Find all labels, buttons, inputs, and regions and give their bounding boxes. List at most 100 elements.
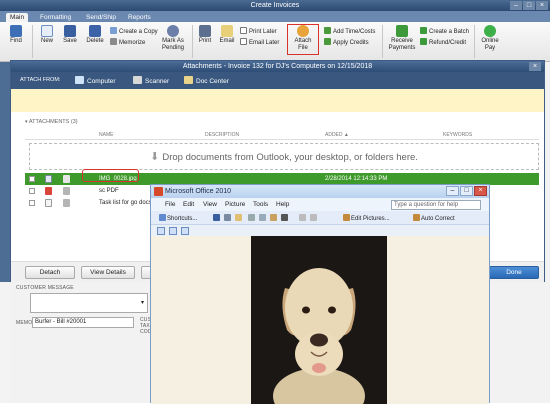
print-later-checkbox[interactable]: Print Later [240, 27, 277, 36]
detach-button[interactable]: Detach [25, 266, 75, 279]
drop-zone[interactable]: ⬇ Drop documents from Outlook, your desk… [29, 143, 539, 170]
row-checkbox[interactable] [29, 176, 35, 182]
minimize-button[interactable]: – [446, 186, 459, 196]
memo-field[interactable]: Burfer - Bill #20001 [32, 317, 134, 328]
dog-picture [251, 236, 387, 404]
menu-help[interactable]: Help [276, 201, 289, 209]
save-icon[interactable] [213, 214, 221, 223]
shortcuts-button[interactable]: Shortcuts... [159, 214, 197, 223]
computer-icon [75, 76, 84, 84]
create-batch-button[interactable]: Create a Batch [420, 27, 469, 36]
row-checkbox[interactable] [29, 188, 35, 194]
email-icon[interactable] [235, 214, 243, 223]
dog-photo [251, 236, 387, 404]
menu-picture[interactable]: Picture [225, 201, 245, 209]
email-button[interactable]: Email [218, 25, 236, 45]
email-later-checkbox[interactable]: Email Later [240, 38, 279, 47]
mark-pending-label: Mark As Pending [161, 38, 185, 51]
column-added[interactable]: ADDED ▲ [325, 132, 349, 138]
apply-credits-label: Apply Credits [333, 40, 369, 46]
minimize-button[interactable]: – [510, 1, 522, 10]
computer-label: Computer [87, 78, 116, 85]
close-button[interactable]: × [536, 1, 548, 10]
separator [382, 25, 383, 58]
delete-icon[interactable] [281, 214, 289, 223]
undo-icon[interactable] [299, 214, 307, 223]
selected-file-highlight [82, 169, 139, 182]
row-checkbox[interactable] [29, 200, 35, 206]
source-computer[interactable]: Computer [75, 76, 116, 86]
find-button[interactable]: Find [6, 25, 26, 45]
thumbnail-view-icon[interactable] [157, 227, 165, 235]
new-button[interactable]: New [38, 25, 56, 45]
dropdown-arrow-icon: ▾ [140, 300, 144, 306]
source-doc-center[interactable]: Doc Center [184, 76, 229, 86]
section-text: ATTACHMENTS (3) [28, 119, 78, 125]
online-pay-button[interactable]: Online Pay [478, 25, 502, 52]
menu-tools[interactable]: Tools [253, 201, 268, 209]
view-details-button[interactable]: View Details [81, 266, 135, 279]
mark-as-pending-button[interactable]: Mark As Pending [158, 25, 188, 52]
apply-credits-button[interactable]: Apply Credits [324, 38, 369, 47]
redo-icon[interactable] [310, 214, 318, 223]
save-button[interactable]: Save [60, 25, 80, 45]
filmstrip-view-icon[interactable] [169, 227, 177, 235]
folder-icon [184, 76, 193, 84]
menu-file[interactable]: File [165, 201, 175, 209]
tab-send-ship[interactable]: Send/Ship [82, 13, 120, 22]
memorize-button[interactable]: Memorize [110, 38, 145, 47]
print-button[interactable]: Print [196, 25, 214, 45]
cut-icon[interactable] [248, 214, 256, 223]
column-name[interactable]: NAME [99, 132, 113, 138]
paste-icon[interactable] [270, 214, 278, 223]
single-view-icon[interactable] [181, 227, 189, 235]
edit-pictures-icon [343, 214, 350, 221]
ribbon-tabs: Main Formatting Send/Ship Reports [0, 11, 550, 22]
menu-view[interactable]: View [203, 201, 217, 209]
down-arrow-icon: ⬇ [150, 151, 163, 163]
source-scanner[interactable]: Scanner [133, 76, 169, 86]
memorize-label: Memorize [119, 40, 146, 46]
dialog-close-button[interactable]: × [529, 62, 541, 71]
tab-formatting[interactable]: Formatting [36, 13, 75, 22]
paperclip-icon [63, 199, 70, 207]
edit-pictures-button[interactable]: Edit Pictures... [343, 214, 390, 223]
ribbon-toolbar: Find New Save Delete Create a Copy Memor… [0, 22, 550, 62]
document-icon [45, 199, 52, 207]
pending-icon [167, 25, 179, 37]
receive-payments-button[interactable]: Receive Payments [386, 25, 418, 52]
menu-edit[interactable]: Edit [183, 201, 194, 209]
done-button[interactable]: Done [489, 266, 539, 279]
maximize-button[interactable]: □ [523, 1, 535, 10]
customer-message-select[interactable]: ▾ [30, 293, 148, 313]
copy-icon[interactable] [259, 214, 267, 223]
separator [32, 25, 33, 58]
print-icon[interactable] [224, 214, 232, 223]
delete-button[interactable]: Delete [84, 25, 106, 45]
email-later-label: Email Later [249, 40, 280, 46]
pdf-file-icon [45, 187, 52, 195]
attachments-titlebar: Attachments - Invoice 132 for DJ's Compu… [11, 61, 544, 72]
receive-payments-label: Receive Payments [388, 38, 416, 51]
payments-icon [396, 25, 408, 37]
tab-main[interactable]: Main [6, 13, 29, 22]
close-button[interactable]: × [474, 186, 487, 196]
refund-credit-button[interactable]: Refund/Credit [420, 38, 466, 47]
row-name: Task list for go docs [99, 200, 152, 206]
online-pay-label: Online Pay [481, 38, 499, 51]
maximize-button[interactable]: □ [460, 186, 473, 196]
auto-correct-button[interactable]: Auto Correct [413, 214, 455, 223]
create-invoices-titlebar: Create Invoices – □ × [0, 0, 550, 11]
floppy-icon [64, 25, 76, 37]
tab-reports[interactable]: Reports [124, 13, 155, 22]
shortcuts-icon [159, 214, 166, 221]
image-file-icon [45, 175, 52, 183]
window-title: Create Invoices [250, 2, 300, 9]
help-search-input[interactable]: Type a question for help [391, 200, 481, 210]
add-time-costs-button[interactable]: Add Time/Costs [324, 27, 375, 36]
print-later-label: Print Later [249, 29, 277, 35]
column-description[interactable]: DESCRIPTION [205, 132, 239, 138]
create-copy-button[interactable]: Create a Copy [110, 27, 158, 36]
column-keywords[interactable]: KEYWORDS [443, 132, 472, 138]
doc-center-label: Doc Center [196, 78, 229, 85]
